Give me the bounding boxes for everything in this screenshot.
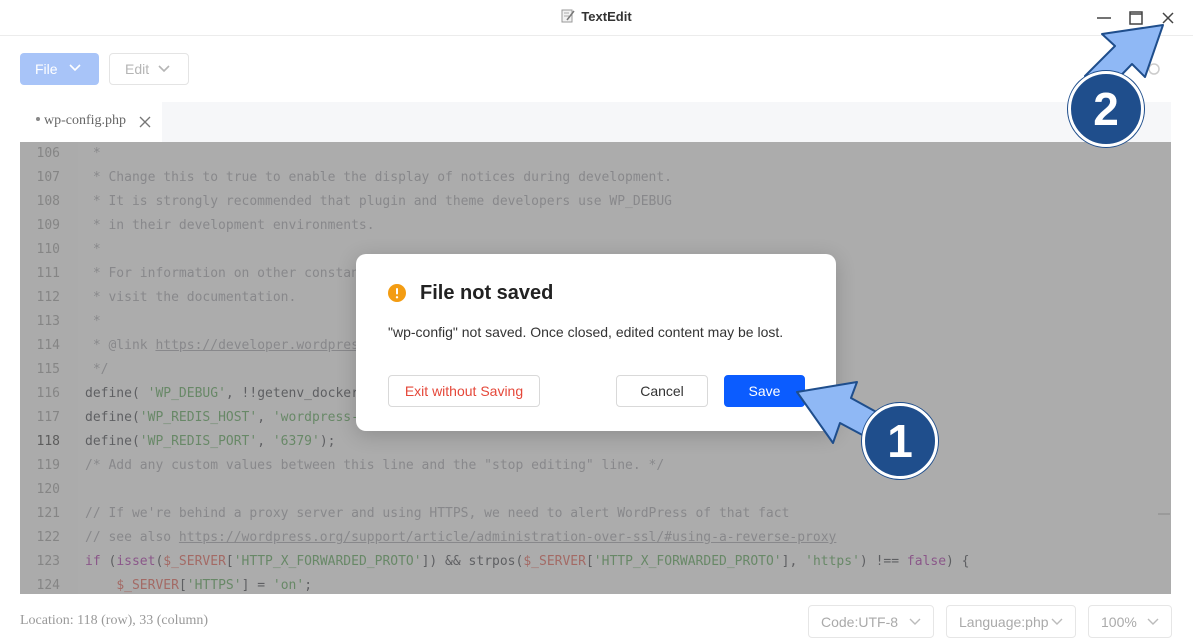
- cursor-location: Location: 118 (row), 33 (column): [20, 613, 209, 628]
- chevron-down-icon: [1147, 618, 1159, 625]
- step-badge-1: 1: [862, 403, 938, 479]
- minimize-icon[interactable]: [1094, 8, 1114, 28]
- encoding-select[interactable]: Code:UTF-8: [808, 605, 934, 638]
- language-select[interactable]: Language:php: [946, 605, 1076, 638]
- save-button[interactable]: Save: [724, 375, 805, 407]
- step-badge-2: 2: [1068, 71, 1144, 147]
- dialog-message: "wp-config" not saved. Once closed, edit…: [388, 324, 784, 340]
- warning-icon: [388, 284, 406, 302]
- chevron-down-icon: [1051, 618, 1063, 625]
- language-value: Language:php: [959, 614, 1049, 630]
- edit-menu-button[interactable]: Edit: [109, 53, 189, 85]
- cancel-button[interactable]: Cancel: [616, 375, 708, 407]
- encoding-value: Code:UTF-8: [821, 614, 899, 630]
- textedit-window: TextEdit File Edit wp-config.php Locatio…: [0, 0, 1193, 642]
- file-not-saved-dialog: File not saved "wp-config" not saved. On…: [356, 254, 836, 431]
- close-tab-icon[interactable]: [139, 116, 151, 128]
- window-title-wrap: TextEdit: [0, 9, 1193, 24]
- title-bar: TextEdit: [0, 0, 1193, 36]
- file-menu-button[interactable]: File: [20, 53, 99, 85]
- close-window-icon[interactable]: [1158, 8, 1178, 28]
- tab-label: wp-config.php: [44, 113, 127, 128]
- dialog-title: File not saved: [420, 282, 554, 304]
- zoom-value: 100%: [1101, 614, 1137, 630]
- edit-menu-label: Edit: [125, 61, 150, 77]
- window-title: TextEdit: [581, 9, 632, 24]
- chevron-down-icon: [158, 65, 170, 73]
- exit-without-saving-button[interactable]: Exit without Saving: [388, 375, 540, 407]
- chevron-down-icon: [909, 618, 921, 625]
- settings-icon[interactable]: [1146, 61, 1162, 77]
- textedit-app-icon: [561, 9, 575, 23]
- tab-bar: wp-config.php: [20, 102, 1171, 142]
- tab-wp-config[interactable]: wp-config.php: [20, 102, 162, 142]
- file-menu-label: File: [35, 61, 58, 77]
- zoom-select[interactable]: 100%: [1088, 605, 1172, 638]
- unsaved-dot-icon: [36, 117, 40, 121]
- maximize-icon[interactable]: [1126, 8, 1146, 28]
- chevron-down-icon: [69, 64, 81, 72]
